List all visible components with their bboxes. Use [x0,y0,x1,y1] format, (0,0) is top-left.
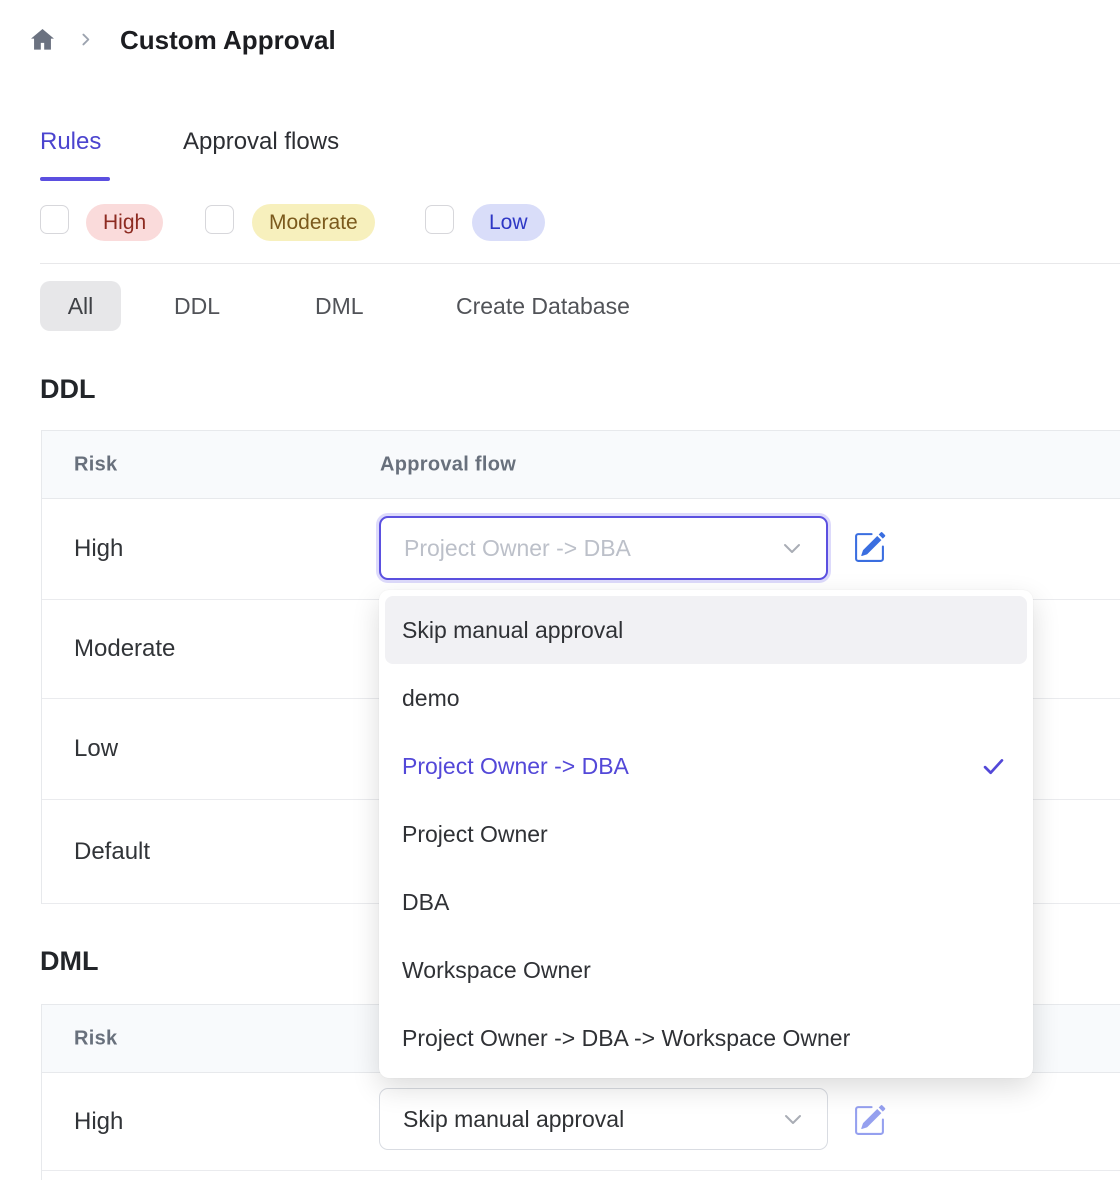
tab-rules[interactable]: Rules [40,128,101,156]
active-tab-underline [40,177,110,181]
category-filter-dml[interactable]: DML [315,293,364,320]
dropdown-option-skip-manual-approval[interactable]: Skip manual approval [385,596,1027,664]
home-icon[interactable] [29,26,56,53]
check-icon [980,753,1007,780]
risk-label: High [74,1108,123,1136]
section-title-ddl: DDL [40,374,96,405]
risk-badge-moderate[interactable]: Moderate [252,204,375,241]
option-label: Project Owner -> DBA [402,753,629,780]
approval-flow-select-dml-high[interactable]: Skip manual approval [379,1088,828,1150]
dropdown-option-demo[interactable]: demo [385,664,1027,732]
ddl-table-header: Risk Approval flow [42,431,1120,499]
edit-flow-button-dml-high[interactable] [853,1104,886,1137]
chevron-right-icon [77,31,94,48]
dropdown-option-project-owner-dba-workspace-owner[interactable]: Project Owner -> DBA -> Workspace Owner [385,1004,1027,1072]
risk-label: Low [74,735,118,763]
table-row-dml-high: High Skip manual approval [42,1073,1120,1171]
category-filter-all[interactable]: All [40,281,121,331]
dropdown-option-workspace-owner[interactable]: Workspace Owner [385,936,1027,1004]
dropdown-option-project-owner-dba[interactable]: Project Owner -> DBA [385,732,1027,800]
category-filter-ddl[interactable]: DDL [174,293,220,320]
column-header-risk: Risk [74,453,117,476]
approval-flow-dropdown: Skip manual approval demo Project Owner … [379,590,1033,1078]
dropdown-option-project-owner[interactable]: Project Owner [385,800,1027,868]
chevron-down-icon [780,536,804,560]
chevron-down-icon [781,1107,805,1131]
section-title-dml: DML [40,946,98,977]
risk-label: Default [74,838,150,866]
table-row-ddl-high: High Project Owner -> DBA [42,499,1120,600]
tab-approval-flows[interactable]: Approval flows [183,128,339,156]
checkbox-moderate[interactable] [205,205,234,234]
select-value: Project Owner -> DBA [404,535,631,562]
column-header-risk: Risk [74,1027,117,1050]
filter-divider [40,263,1120,264]
risk-label: High [74,535,123,563]
custom-approval-page: Custom Approval Rules Approval flows Hig… [0,0,1120,1180]
checkbox-low[interactable] [425,205,454,234]
column-header-approval-flow: Approval flow [380,453,516,476]
select-value: Skip manual approval [403,1106,624,1133]
approval-flow-select-ddl-high[interactable]: Project Owner -> DBA [379,516,828,580]
category-filter-create-database[interactable]: Create Database [456,293,630,320]
risk-label: Moderate [74,635,175,663]
risk-badge-low[interactable]: Low [472,204,545,241]
risk-badge-high[interactable]: High [86,204,163,241]
checkbox-high[interactable] [40,205,69,234]
dropdown-option-dba[interactable]: DBA [385,868,1027,936]
table-row-dml-next-partial [42,1171,1120,1180]
page-title: Custom Approval [120,25,336,56]
edit-flow-button-ddl-high[interactable] [853,531,886,564]
